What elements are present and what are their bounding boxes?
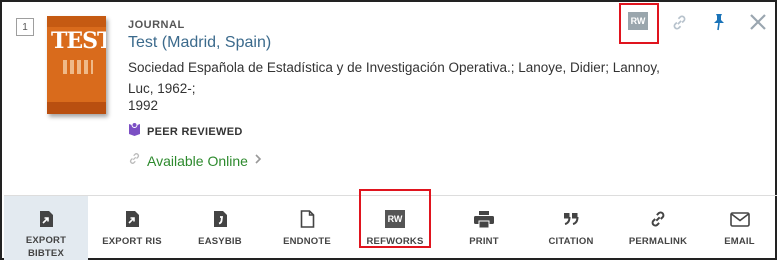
- easybib-icon: [213, 208, 228, 230]
- export-bibtex-button[interactable]: EXPORT BIBTEX: [4, 196, 88, 260]
- link-icon: [649, 208, 667, 230]
- result-authors: Sociedad Española de Estadística y de In…: [128, 60, 660, 96]
- quote-icon: [563, 208, 579, 230]
- permalink-button[interactable]: PERMALINK: [614, 196, 702, 260]
- peer-reviewed-label: PEER REVIEWED: [147, 125, 243, 138]
- export-ris-button[interactable]: EXPORT RIS: [88, 196, 176, 260]
- print-button[interactable]: PRINT: [440, 196, 528, 260]
- easybib-label: EASYBIB: [198, 236, 242, 247]
- peer-reviewed-badge: PEER REVIEWED: [128, 122, 243, 141]
- permalink-icon[interactable]: [669, 12, 689, 32]
- email-button[interactable]: EMAIL: [702, 196, 777, 260]
- refworks-button[interactable]: RW REFWORKS: [350, 196, 440, 260]
- result-number: 1: [16, 18, 34, 36]
- chevron-right-icon: [254, 152, 262, 170]
- document-icon: [300, 208, 315, 230]
- refworks-icon: RW: [385, 208, 405, 230]
- endnote-button[interactable]: ENDNOTE: [264, 196, 350, 260]
- print-label: PRINT: [469, 236, 499, 247]
- resource-type: JOURNAL: [128, 19, 185, 31]
- availability-label: Available Online: [147, 153, 248, 169]
- close-icon[interactable]: [747, 11, 769, 33]
- citation-button[interactable]: CITATION: [528, 196, 614, 260]
- envelope-icon: [729, 208, 750, 230]
- action-bar: EXPORT BIBTEX EXPORT RIS EASYBIB ENDNOTE…: [4, 195, 777, 260]
- endnote-label: ENDNOTE: [283, 236, 331, 247]
- printer-icon: [474, 208, 494, 230]
- result-year: 1992: [128, 98, 159, 113]
- thumbnail-title: TEST: [51, 28, 106, 54]
- result-card: 1 TEST JOURNAL Test (Madrid, Spain) Soci…: [0, 0, 777, 260]
- citation-label: CITATION: [548, 236, 594, 247]
- availability-link[interactable]: Available Online: [128, 152, 262, 170]
- result-title-link[interactable]: Test (Madrid, Spain): [128, 34, 271, 52]
- peer-reviewed-icon: [128, 122, 141, 141]
- pin-icon[interactable]: [709, 12, 729, 32]
- journal-thumbnail[interactable]: TEST: [47, 16, 106, 114]
- link-icon: [128, 152, 141, 170]
- easybib-button[interactable]: EASYBIB: [176, 196, 264, 260]
- export-bibtex-label: EXPORT BIBTEX: [25, 235, 67, 259]
- export-ris-label: EXPORT RIS: [102, 236, 162, 247]
- refworks-label: REFWORKS: [366, 236, 424, 247]
- refworks-top-button[interactable]: RW: [628, 12, 648, 30]
- email-label: EMAIL: [724, 236, 755, 247]
- permalink-label: PERMALINK: [628, 236, 688, 247]
- export-icon: [125, 208, 140, 230]
- refworks-badge: RW: [385, 210, 405, 228]
- export-icon: [39, 208, 54, 229]
